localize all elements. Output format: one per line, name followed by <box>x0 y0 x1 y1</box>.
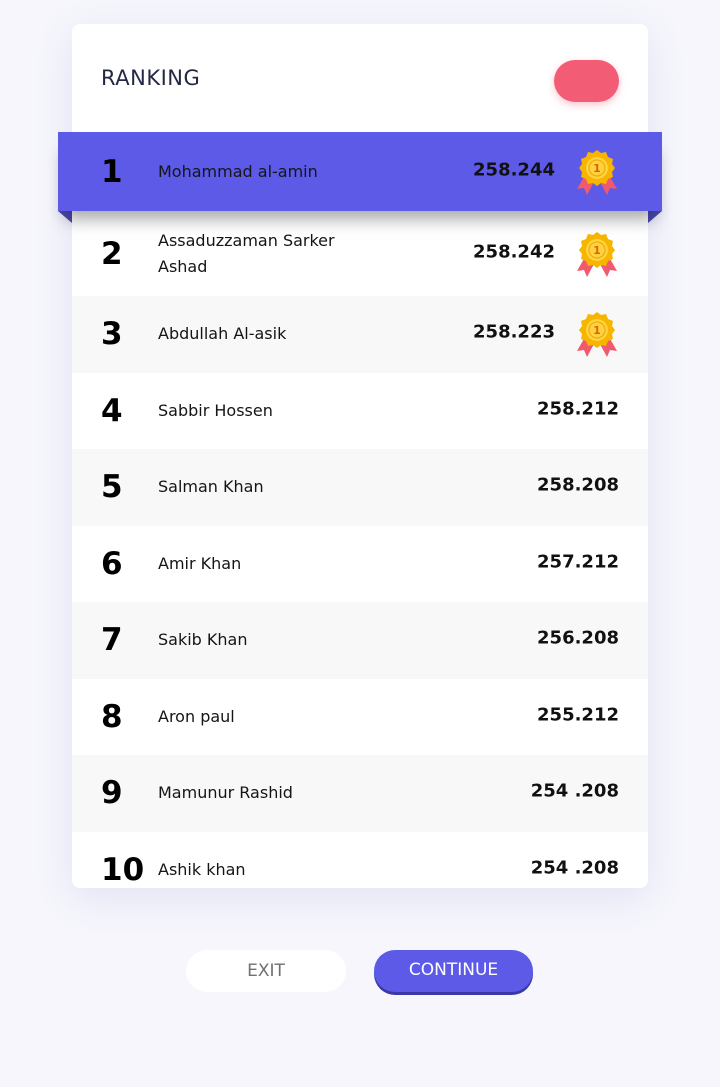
rank-number: 5 <box>101 469 123 506</box>
player-score: 255.212 <box>537 704 619 726</box>
player-score: 258.223 <box>473 321 555 343</box>
ranking-card: RANKING 1 Mohammad al-amin 258.244 2 Ass… <box>58 24 662 888</box>
rank-number: 4 <box>101 392 123 429</box>
table-row[interactable]: 6 Amir Khan 257.212 <box>72 526 648 603</box>
player-name: Sakib Khan <box>158 630 248 650</box>
player-score: 258.208 <box>537 474 619 496</box>
player-name: Salman Khan <box>158 477 264 497</box>
player-name: Amir Khan <box>158 553 242 573</box>
toggle-button[interactable] <box>554 60 619 102</box>
ribbon-fold-left <box>58 211 72 223</box>
rank-number: 8 <box>101 698 123 735</box>
ribbon-fold-right <box>648 211 662 223</box>
table-row[interactable]: 10 Ashik khan 254 .208 <box>72 832 648 909</box>
table-row[interactable]: 9 Mamunur Rashid 254 .208 <box>72 755 648 832</box>
medal-icon <box>572 229 622 279</box>
rank-number: 3 <box>101 316 123 353</box>
medal-icon <box>572 147 622 197</box>
medal-icon <box>572 309 622 359</box>
player-name: Ashik khan <box>158 859 246 879</box>
rank-number: 1 <box>101 153 123 190</box>
table-row[interactable]: 7 Sakib Khan 256.208 <box>72 602 648 679</box>
ranking-list: 1 Mohammad al-amin 258.244 2 Assaduzzama… <box>58 132 662 909</box>
player-score: 258.212 <box>537 398 619 420</box>
rank-number: 10 <box>101 851 145 888</box>
table-row[interactable]: 5 Salman Khan 258.208 <box>72 449 648 526</box>
rank-number: 6 <box>101 545 123 582</box>
table-row[interactable]: 3 Abdullah Al-asik 258.223 <box>72 296 648 373</box>
rank-number: 9 <box>101 775 123 812</box>
player-name: Aron paul <box>158 706 235 726</box>
table-row[interactable]: 2 Assaduzzaman Sarker Ashad 258.242 <box>72 211 648 296</box>
player-name: Sabbir Hossen <box>158 400 273 420</box>
table-row[interactable]: 4 Sabbir Hossen 258.212 <box>72 373 648 450</box>
rank-number: 7 <box>101 622 123 659</box>
continue-button[interactable]: CONTINUE <box>374 950 533 992</box>
player-score: 256.208 <box>537 627 619 649</box>
player-score: 254 .208 <box>530 857 619 879</box>
player-name: Assaduzzaman Sarker Ashad <box>158 230 335 276</box>
rank-number: 2 <box>101 235 123 272</box>
player-name: Mamunur Rashid <box>158 783 293 803</box>
player-score: 257.212 <box>537 551 619 573</box>
player-score: 258.244 <box>473 158 555 180</box>
player-name: Mohammad al-amin <box>158 161 318 181</box>
player-score: 254 .208 <box>530 780 619 802</box>
exit-button[interactable]: EXIT <box>186 950 346 992</box>
card-header: RANKING <box>72 24 648 132</box>
page-title: RANKING <box>101 66 201 90</box>
table-row-first[interactable]: 1 Mohammad al-amin 258.244 <box>58 132 662 211</box>
table-row[interactable]: 8 Aron paul 255.212 <box>72 679 648 756</box>
player-name: Abdullah Al-asik <box>158 324 287 344</box>
player-score: 258.242 <box>473 240 555 262</box>
